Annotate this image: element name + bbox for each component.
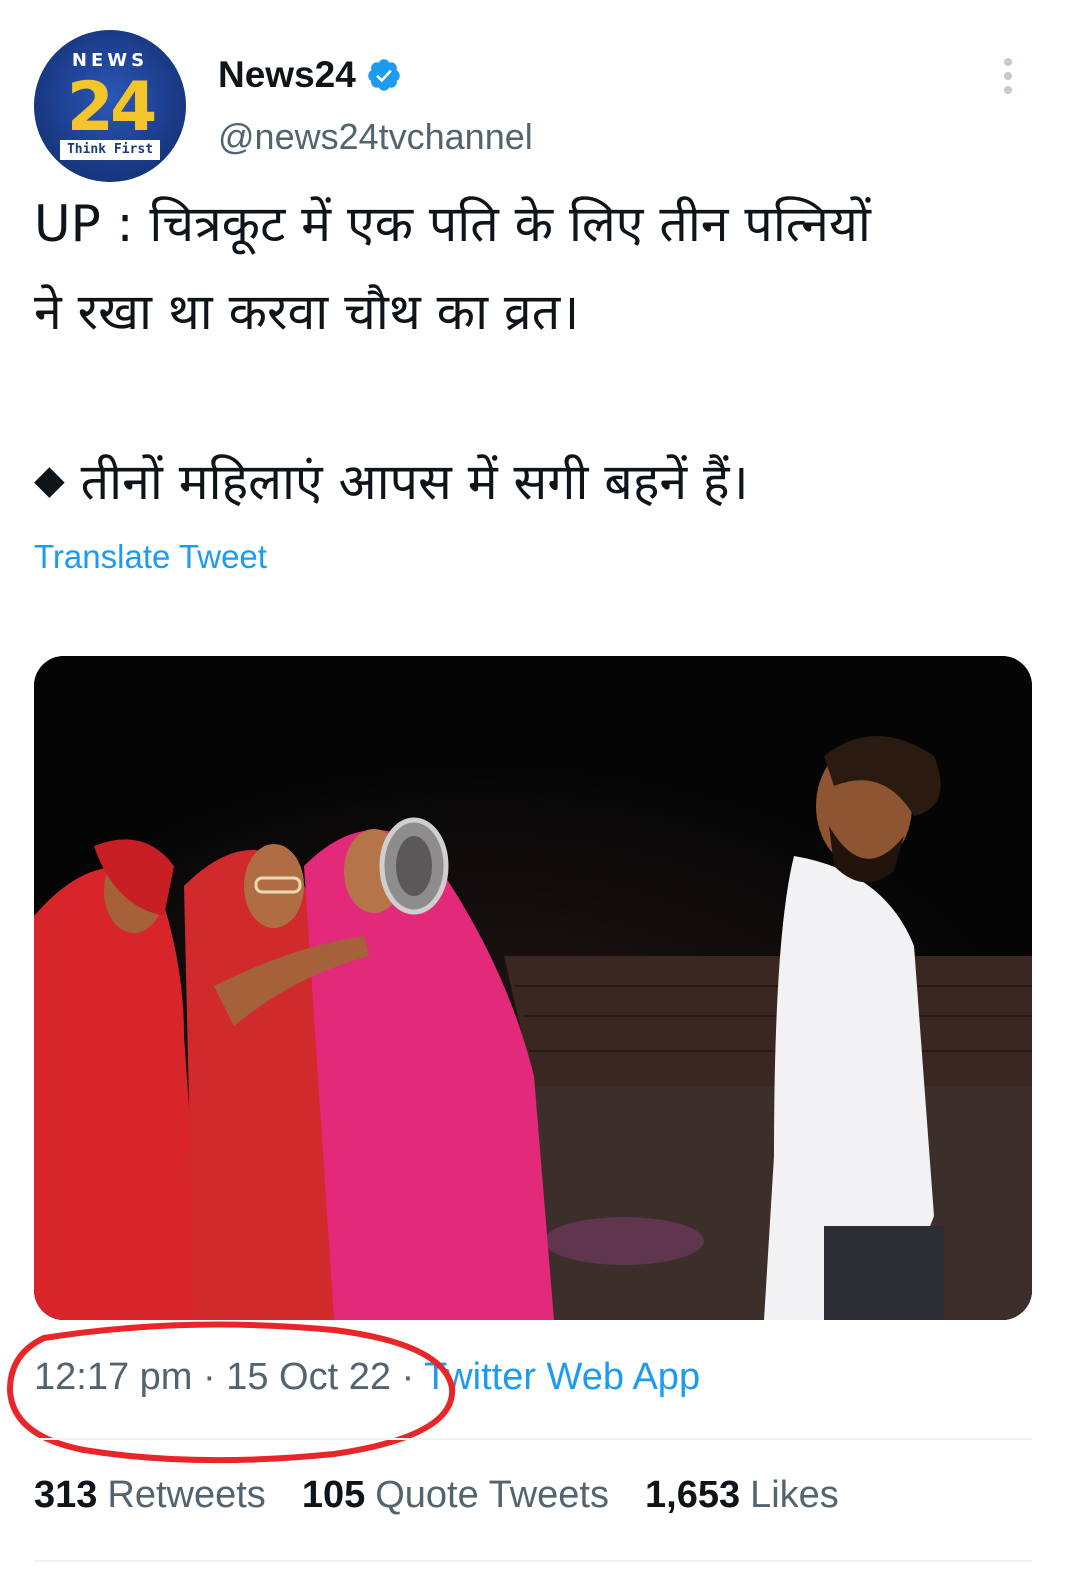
tweet-text-line-1: UP : चित्रकूट में एक पति के लिए तीन पत्न… bbox=[34, 195, 871, 253]
quote-tweets-stat[interactable]: 105 Quote Tweets bbox=[302, 1474, 609, 1517]
tweet-text-line-2: ने रखा था करवा चौथ का व्रत। bbox=[34, 283, 580, 341]
meta-separator: · bbox=[203, 1356, 216, 1398]
likes-count: 1,653 bbox=[645, 1474, 741, 1516]
avatar-brand-number: 24 bbox=[66, 68, 158, 147]
verified-badge-icon bbox=[368, 59, 400, 91]
tweet-date[interactable]: 15 Oct 22 bbox=[226, 1356, 391, 1398]
tweet-timestamp-row: 12:17 pm · 15 Oct 22 · Twitter Web App bbox=[34, 1356, 700, 1399]
likes-label: Likes bbox=[750, 1474, 839, 1516]
quote-tweets-count: 105 bbox=[301, 1474, 366, 1516]
author-name-row[interactable]: News24 bbox=[218, 54, 402, 96]
tweet-time[interactable]: 12:17 pm bbox=[34, 1356, 192, 1398]
avatar-brand-tagline: Think First bbox=[60, 140, 160, 160]
meta-separator: · bbox=[401, 1356, 415, 1398]
avatar[interactable]: NEWS 24 Think First bbox=[34, 30, 186, 182]
author-handle[interactable]: @news24tvchannel bbox=[218, 116, 533, 158]
divider bbox=[34, 1438, 1032, 1440]
retweets-count: 313 bbox=[34, 1474, 98, 1516]
more-options-icon[interactable] bbox=[996, 56, 1020, 96]
tweet-media-photo[interactable] bbox=[34, 656, 1032, 1320]
photo-illustration bbox=[34, 656, 1032, 1320]
more-dot bbox=[1004, 72, 1012, 80]
display-name[interactable]: News24 bbox=[218, 54, 356, 96]
tweet-text-bullet-item: तीनों महिलाएं आपस में सगी बहनें हैं। bbox=[80, 453, 749, 511]
tweet-source-link[interactable]: Twitter Web App bbox=[424, 1356, 700, 1398]
retweets-label: Retweets bbox=[107, 1474, 266, 1516]
tweet-text-line-3: ◆ तीनों महिलाएं आपस में सगी बहनें हैं। bbox=[34, 450, 749, 512]
tweet-stats-row: 313 Retweets 105 Quote Tweets 1,653 Likes bbox=[34, 1474, 875, 1517]
more-dot bbox=[1004, 58, 1012, 66]
quote-tweets-label: Quote Tweets bbox=[375, 1474, 609, 1516]
more-dot bbox=[1004, 86, 1012, 94]
bullet-diamond: ◆ bbox=[34, 457, 65, 503]
divider bbox=[34, 1560, 1032, 1562]
translate-tweet-link[interactable]: Translate Tweet bbox=[34, 538, 267, 576]
likes-stat[interactable]: 1,653 Likes bbox=[645, 1474, 839, 1517]
retweets-stat[interactable]: 313 Retweets bbox=[34, 1474, 266, 1517]
